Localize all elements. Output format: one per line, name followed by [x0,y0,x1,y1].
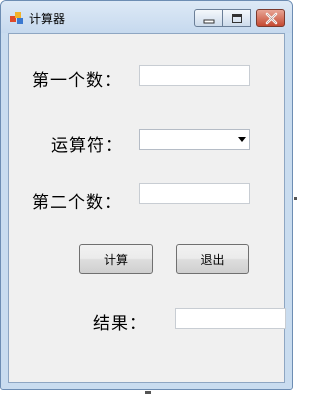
window-title: 计算器 [29,12,66,26]
close-button[interactable] [256,9,285,27]
exit-button[interactable]: 退出 [176,244,249,274]
resize-handle-right[interactable] [294,197,297,200]
minimize-button[interactable] [194,9,223,27]
maximize-button[interactable] [223,9,251,27]
maximize-icon [232,14,242,23]
first-number-input[interactable] [139,65,250,86]
result-label: 结果： [93,314,147,334]
calculator-window: 计算器 第一个数： 运算符： 第二个数： 计算 退出 结果： [0,0,293,390]
app-colored-blocks-icon [10,12,23,24]
form-client-area: 第一个数： 运算符： 第二个数： 计算 退出 结果： [8,33,286,383]
close-icon [265,12,278,25]
operator-select[interactable] [139,129,250,150]
operator-label: 运算符： [51,136,123,156]
result-output[interactable] [175,308,286,329]
title-bar[interactable]: 计算器 [1,1,292,33]
minimize-icon [203,19,215,24]
calculate-button[interactable]: 计算 [79,244,153,274]
first-number-label: 第一个数： [32,71,122,91]
second-number-label: 第二个数： [32,193,122,213]
second-number-input[interactable] [139,183,250,204]
chevron-down-icon[interactable] [238,137,246,142]
